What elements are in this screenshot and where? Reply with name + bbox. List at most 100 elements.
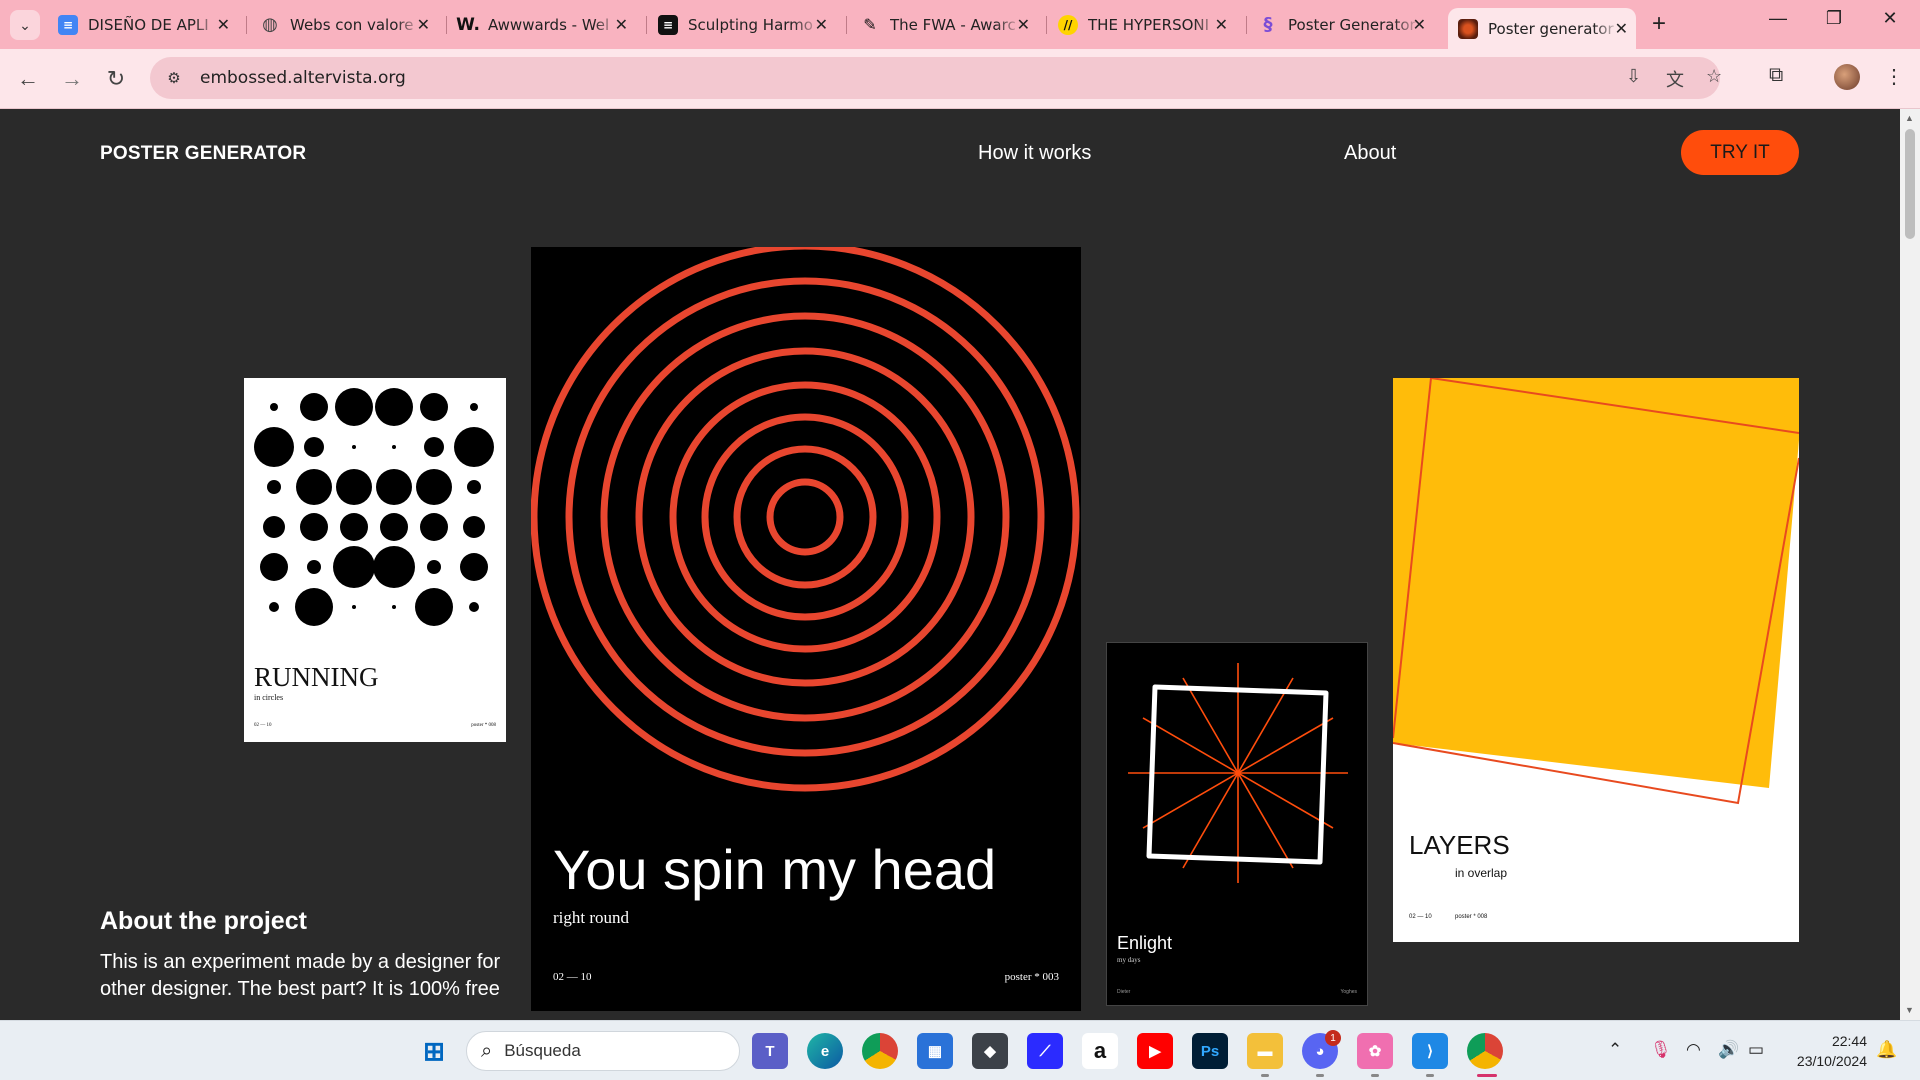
close-tab-icon[interactable]: ✕ xyxy=(1615,19,1628,38)
volume-icon[interactable]: 🔊 xyxy=(1718,1040,1739,1060)
pink-app-icon[interactable]: ✿ xyxy=(1357,1033,1393,1069)
chrome-profile-icon[interactable] xyxy=(1467,1033,1503,1069)
system-clock[interactable]: 22:44 23/10/2024 xyxy=(1787,1031,1867,1071)
scroll-down-icon[interactable]: ▼ xyxy=(1905,1005,1914,1015)
poster-caption-left: Dieter xyxy=(1117,989,1131,995)
microsoft-store-icon[interactable]: ▦ xyxy=(917,1033,953,1069)
clock-time: 22:44 xyxy=(1831,1033,1867,1049)
url-text[interactable]: embossed.altervista.org xyxy=(200,68,406,88)
fwa-icon: ✎ xyxy=(863,15,877,34)
page-scrollbar[interactable]: ▲ ▼ xyxy=(1900,109,1920,1020)
poster-subtitle: right round xyxy=(553,908,630,927)
poster-layers[interactable]: LAYERS in overlap 02 — 10 poster * 008 xyxy=(1393,378,1799,942)
back-icon[interactable]: ← xyxy=(12,63,44,95)
close-tab-icon[interactable]: ✕ xyxy=(815,15,828,34)
clock-date: 23/10/2024 xyxy=(1796,1053,1867,1069)
edge-icon[interactable]: e xyxy=(807,1033,843,1069)
poster-subtitle: in circles xyxy=(254,693,284,702)
profile-avatar[interactable] xyxy=(1834,64,1860,90)
poster-number: poster * 008 xyxy=(1455,914,1488,920)
file-explorer-icon[interactable]: ▬ xyxy=(1247,1033,1283,1069)
poster-caption-right: Yoghes xyxy=(1340,989,1358,995)
install-app-icon[interactable]: ⇩ xyxy=(1626,66,1641,87)
poster-subtitle: my days xyxy=(1117,956,1141,964)
search-icon: ⌕ xyxy=(481,1039,493,1062)
address-bar[interactable]: ⚙ embossed.altervista.org ⇩ 文 ☆ xyxy=(150,57,1722,99)
youtube-icon[interactable]: ▶ xyxy=(1137,1033,1173,1069)
unity-hub-icon[interactable]: ◆ xyxy=(972,1033,1008,1069)
tab-0[interactable]: ≡ DISEÑO DE APLI ✕ xyxy=(58,8,238,41)
wifi-icon[interactable]: ◠ xyxy=(1686,1040,1701,1060)
reload-icon[interactable]: ↻ xyxy=(100,63,132,95)
translate-icon[interactable]: 文 xyxy=(1666,66,1684,92)
tab-1[interactable]: ◍ Webs con valore ✕ xyxy=(260,8,438,41)
battery-icon[interactable]: ▭ xyxy=(1748,1040,1764,1060)
web-page: POSTER GENERATOR How it works About TRY … xyxy=(0,109,1900,1020)
nav-about[interactable]: About xyxy=(1344,142,1396,165)
tab-7-active[interactable]: Poster generator ✕ xyxy=(1448,8,1636,49)
sculpting-icon: ≡ xyxy=(658,14,678,35)
close-tab-icon[interactable]: ✕ xyxy=(1017,15,1030,34)
discord-notification-badge: 1 xyxy=(1325,1030,1341,1046)
poster-number: poster * 003 xyxy=(1004,971,1059,983)
bookmark-star-icon[interactable]: ☆ xyxy=(1706,66,1722,87)
globe-icon: ◍ xyxy=(262,14,278,35)
poster-range: 02 — 10 xyxy=(254,723,272,728)
photoshop-icon[interactable]: Ps xyxy=(1192,1033,1228,1069)
browser-tab-bar: ⌄ ≡ DISEÑO DE APLI ✕ ◍ Webs con valore ✕… xyxy=(0,0,1920,49)
close-tab-icon[interactable]: ✕ xyxy=(1413,15,1426,34)
amazon-icon[interactable]: a xyxy=(1082,1033,1118,1069)
poster-enlight[interactable]: Enlight my days Dieter Yoghes xyxy=(1106,642,1368,1006)
tab-search-button[interactable]: ⌄ xyxy=(10,10,40,40)
chrome-icon[interactable] xyxy=(862,1033,898,1069)
close-tab-icon[interactable]: ✕ xyxy=(1215,15,1228,34)
poster-subtitle: in overlap xyxy=(1455,866,1508,880)
poster-spin[interactable]: You spin my head right round 02 — 10 pos… xyxy=(531,247,1081,1011)
vscode-icon[interactable]: ⟩ xyxy=(1412,1033,1448,1069)
minimize-icon[interactable]: — xyxy=(1758,8,1798,29)
tab-title: Webs con valore xyxy=(290,15,414,34)
show-hidden-icons[interactable]: ⌃ xyxy=(1608,1040,1622,1060)
tab-4[interactable]: ✎ The FWA - Awarc ✕ xyxy=(860,8,1038,41)
tab-title: DISEÑO DE APLI xyxy=(88,15,209,34)
close-tab-icon[interactable]: ✕ xyxy=(615,15,628,34)
awwwards-icon: W. xyxy=(456,14,480,35)
about-title: About the project xyxy=(100,907,307,935)
poster-range: 02 — 10 xyxy=(1409,914,1432,920)
tab-3[interactable]: ≡ Sculpting Harmo ✕ xyxy=(658,8,836,41)
poster-number: poster * 008 xyxy=(471,723,496,728)
new-tab-button[interactable]: + xyxy=(1652,10,1666,38)
nav-how-it-works[interactable]: How it works xyxy=(978,142,1091,165)
poster-title: Enlight xyxy=(1117,933,1173,953)
close-tab-icon[interactable]: ✕ xyxy=(417,15,430,34)
scroll-up-icon[interactable]: ▲ xyxy=(1905,113,1914,123)
site-info-icon[interactable]: ⚙ xyxy=(156,60,192,96)
search-placeholder: Búsqueda xyxy=(504,1041,581,1060)
about-text: This is an experiment made by a designer… xyxy=(100,951,501,1000)
affinity-icon[interactable]: ⟋ xyxy=(1027,1033,1063,1069)
menu-icon[interactable]: ⋮ xyxy=(1884,64,1904,89)
tab-title: Poster Generator xyxy=(1288,15,1416,34)
poster-title: LAYERS xyxy=(1409,830,1510,860)
tab-title: Poster generator xyxy=(1488,19,1614,38)
taskbar-search[interactable]: ⌕ Búsqueda xyxy=(466,1031,740,1071)
poster-running[interactable]: RUNNING in circles 02 — 10 poster * 008 xyxy=(244,378,506,742)
tab-6[interactable]: § Poster Generator ✕ xyxy=(1258,8,1434,41)
scroll-thumb[interactable] xyxy=(1905,129,1915,239)
forward-icon[interactable]: → xyxy=(56,63,88,95)
close-window-icon[interactable]: ✕ xyxy=(1870,8,1910,29)
notifications-icon[interactable]: 🔔 xyxy=(1876,1040,1897,1060)
tab-2[interactable]: W. Awwwards - Wel ✕ xyxy=(456,8,636,41)
extensions-icon[interactable]: ⧉ xyxy=(1769,64,1783,87)
microphone-icon[interactable]: 🎙 xyxy=(1650,1040,1672,1060)
google-docs-icon: ≡ xyxy=(58,14,78,35)
poster-title: RUNNING xyxy=(254,662,379,692)
tab-title: The FWA - Awarc xyxy=(890,15,1016,34)
teams-icon[interactable]: T xyxy=(752,1033,788,1069)
close-tab-icon[interactable]: ✕ xyxy=(217,15,230,34)
site-brand[interactable]: POSTER GENERATOR xyxy=(100,143,306,165)
try-it-button[interactable]: TRY IT xyxy=(1681,130,1799,175)
tab-5[interactable]: // THE HYPERSONI ✕ xyxy=(1058,8,1236,41)
restore-icon[interactable]: ❐ xyxy=(1814,8,1854,29)
windows-start-icon[interactable]: ⊞ xyxy=(416,1033,452,1069)
